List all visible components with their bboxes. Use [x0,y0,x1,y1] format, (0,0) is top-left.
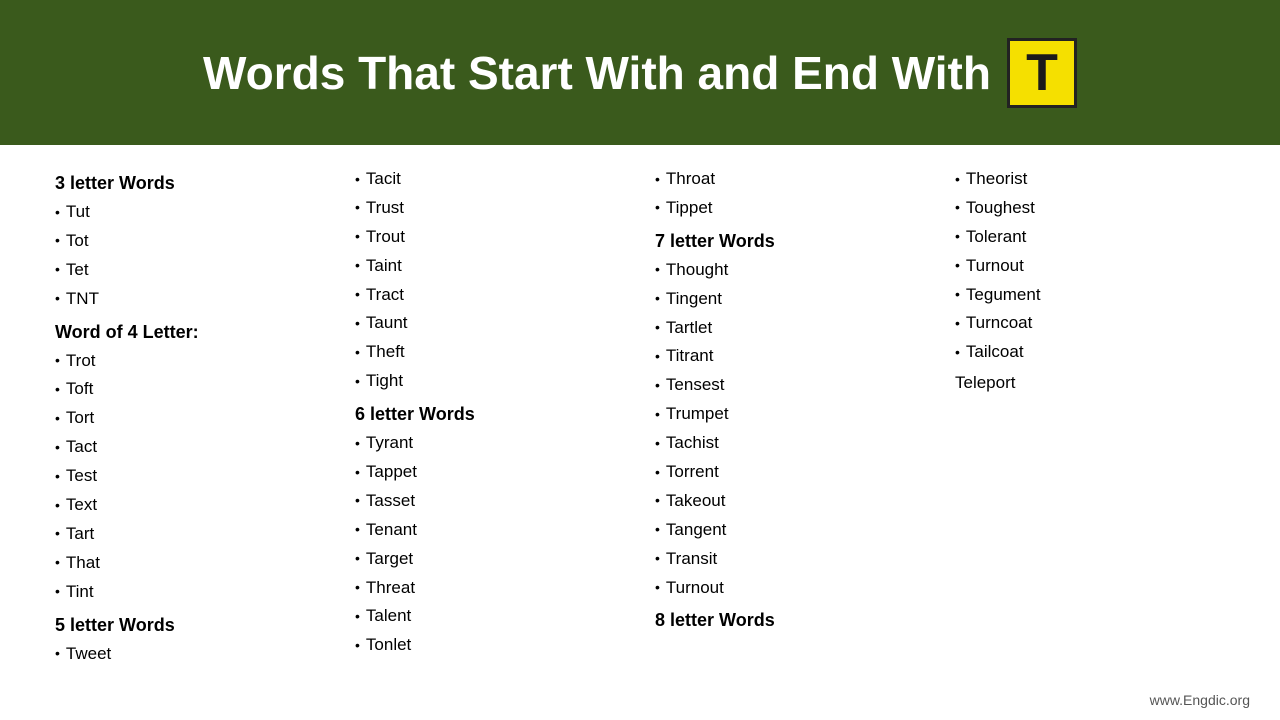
list-item: Toft [55,375,335,404]
list-item: Trust [355,194,635,223]
section-heading: 8 letter Words [655,610,935,631]
list-item: Trout [355,223,635,252]
list-item: Tangent [655,516,935,545]
list-item: Tweet [55,640,335,669]
list-item: Titrant [655,342,935,371]
word-list: TheoristToughestTolerantTurnoutTegumentT… [955,165,1235,367]
list-item: Tut [55,198,335,227]
section-heading: 5 letter Words [55,615,335,636]
list-item: Tegument [955,281,1235,310]
list-item: Transit [655,545,935,574]
list-item: Text [55,491,335,520]
section-heading: 7 letter Words [655,231,935,252]
list-item: TNT [55,285,335,314]
list-item: Tacit [355,165,635,194]
section-heading: 6 letter Words [355,404,635,425]
section-heading: Word of 4 Letter: [55,322,335,343]
list-item: Tailcoat [955,338,1235,367]
list-item: Taint [355,252,635,281]
list-item: Tint [55,578,335,607]
column-1: TacitTrustTroutTaintTractTauntTheftTight… [350,165,640,668]
list-item: Takeout [655,487,935,516]
plain-word: Teleport [955,369,1235,398]
footer: www.Engdic.org [0,688,1280,714]
list-item: Tippet [655,194,935,223]
list-item: Tasset [355,487,635,516]
list-item: Trumpet [655,400,935,429]
list-item: Tyrant [355,429,635,458]
list-item: Tolerant [955,223,1235,252]
list-item: Test [55,462,335,491]
list-item: Tenant [355,516,635,545]
t-badge: T [1007,38,1077,108]
column-2: ThroatTippet 7 letter Words ThoughtTingent… [650,165,940,668]
word-list: ThroatTippet [655,165,935,223]
list-item: Tract [355,281,635,310]
list-item: Tot [55,227,335,256]
list-item: Tachist [655,429,935,458]
list-item: Toughest [955,194,1235,223]
list-item: Tart [55,520,335,549]
list-item: Turnout [955,252,1235,281]
word-list: TutTotTetTNT [55,198,335,314]
list-item: Trot [55,347,335,376]
list-item: Theft [355,338,635,367]
list-item: Turncoat [955,309,1235,338]
word-list: ThoughtTingentTartletTitrantTensestTrump… [655,256,935,603]
list-item: Tort [55,404,335,433]
list-item: Torrent [655,458,935,487]
column-0: 3 letter Words TutTotTetTNT Word of 4 Lett… [50,165,340,668]
column-3: TheoristToughestTolerantTurnoutTegumentT… [950,165,1240,668]
list-item: That [55,549,335,578]
list-item: Talent [355,602,635,631]
list-item: Tartlet [655,314,935,343]
list-item: Tappet [355,458,635,487]
list-item: Taunt [355,309,635,338]
header-title-text: Words That Start With and End With [203,46,991,100]
list-item: Tensest [655,371,935,400]
list-item: Threat [355,574,635,603]
word-list: TyrantTappetTassetTenantTargetThreatTale… [355,429,635,660]
word-list: Tweet [55,640,335,669]
list-item: Target [355,545,635,574]
header-title: Words That Start With and End With T [203,38,1077,108]
list-item: Theorist [955,165,1235,194]
footer-url: www.Engdic.org [1150,692,1250,708]
word-list: TacitTrustTroutTaintTractTauntTheftTight [355,165,635,396]
list-item: Turnout [655,574,935,603]
section-heading: 3 letter Words [55,173,335,194]
list-item: Tact [55,433,335,462]
list-item: Tet [55,256,335,285]
list-item: Thought [655,256,935,285]
header: Words That Start With and End With T [0,0,1280,145]
list-item: Tight [355,367,635,396]
word-list: TrotToftTortTactTestTextTartThatTint [55,347,335,607]
list-item: Throat [655,165,935,194]
list-item: Tonlet [355,631,635,660]
content-area: 3 letter Words TutTotTetTNT Word of 4 Lett… [0,145,1280,688]
list-item: Tingent [655,285,935,314]
